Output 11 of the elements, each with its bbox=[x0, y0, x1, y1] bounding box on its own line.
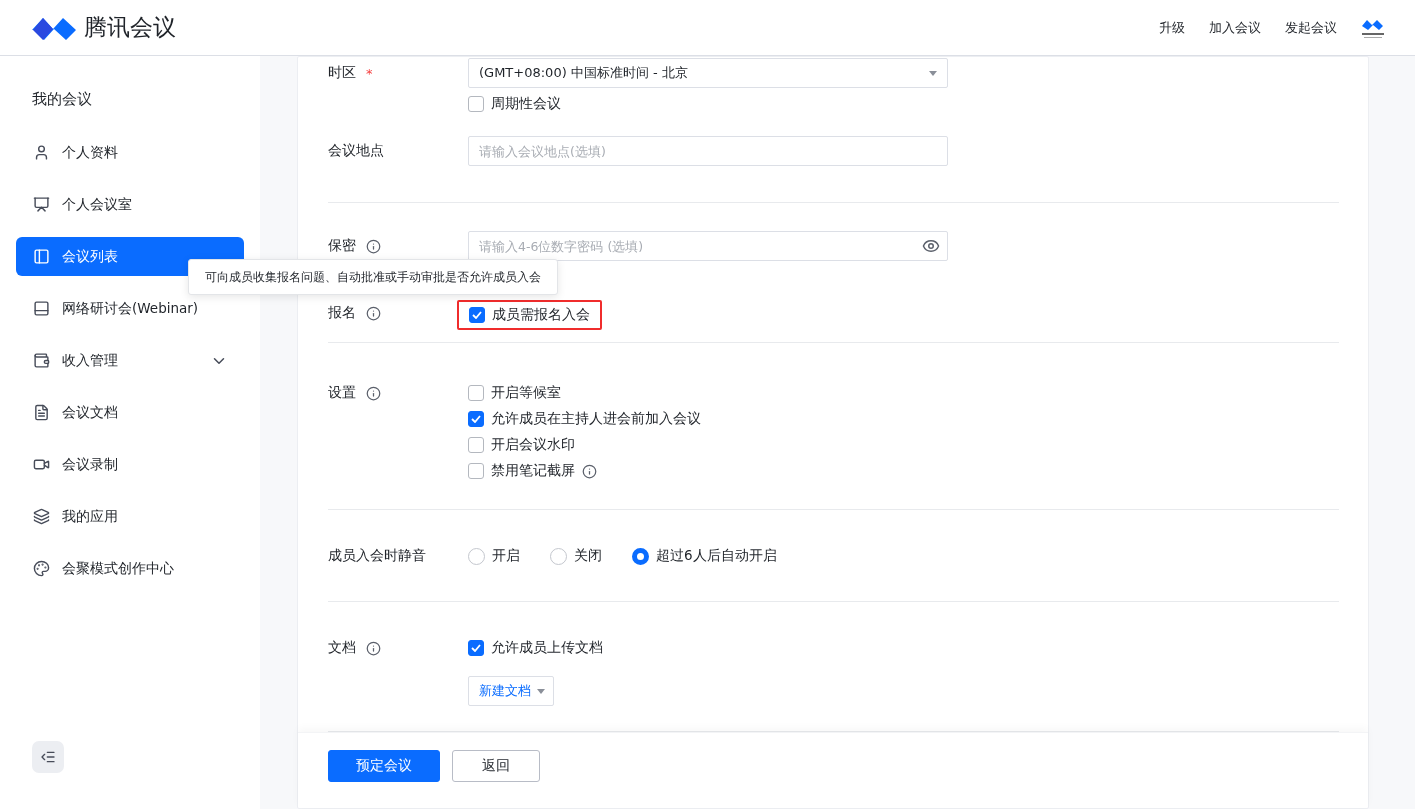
brand-name: 腾讯会议 bbox=[84, 13, 176, 42]
field-label: 成员入会时静音 bbox=[328, 547, 426, 565]
required-mark: * bbox=[366, 65, 373, 81]
field-label: 报名 bbox=[328, 304, 356, 322]
field-label: 会议地点 bbox=[328, 142, 384, 160]
sidebar-title: 我的会议 bbox=[31, 90, 93, 109]
field-label: 时区 bbox=[328, 64, 356, 82]
tooltip: 可向成员收集报名问题、自动批准或手动审批是否允许成员入会 bbox=[188, 259, 558, 295]
field-label: 文档 bbox=[328, 639, 356, 657]
field-label: 设置 bbox=[328, 384, 356, 402]
field-label: 保密 bbox=[328, 237, 356, 255]
